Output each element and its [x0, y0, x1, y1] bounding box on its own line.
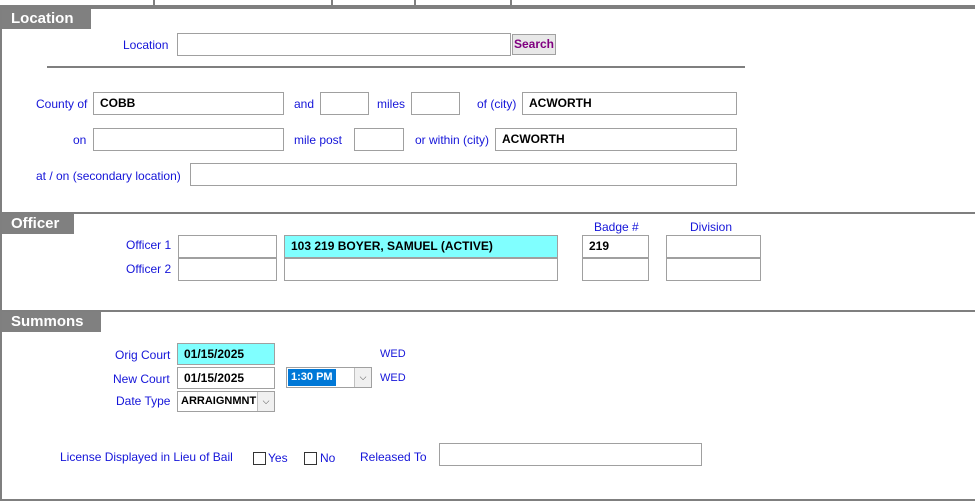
no-label: No: [320, 451, 336, 465]
on-label: on: [73, 133, 87, 147]
tab-divider: [510, 0, 512, 6]
officer2-id-input[interactable]: [178, 258, 277, 281]
released-to-label: Released To: [360, 450, 427, 464]
officer2-badge-input[interactable]: [582, 258, 649, 281]
county-label: County of: [36, 97, 88, 111]
and-input[interactable]: [320, 92, 369, 115]
mile-post-label: mile post: [294, 133, 343, 147]
chevron-down-icon[interactable]: ⌵: [257, 392, 274, 411]
officer1-label: Officer 1: [126, 238, 172, 252]
on-input[interactable]: [93, 128, 284, 151]
officer1-name-input[interactable]: 103 219 BOYER, SAMUEL (ACTIVE): [284, 235, 558, 258]
chevron-down-icon[interactable]: ⌵: [354, 368, 371, 387]
location-label: Location: [123, 38, 169, 52]
badge-header: Badge #: [594, 220, 639, 234]
officer1-id-input[interactable]: [178, 235, 277, 258]
orig-court-input[interactable]: 01/15/2025: [177, 343, 275, 365]
of-city-input[interactable]: ACWORTH: [522, 92, 737, 115]
miles-label: miles: [377, 97, 406, 111]
secondary-location-label: at / on (secondary location): [36, 169, 181, 183]
location-divider: [47, 66, 745, 68]
mile-post-input[interactable]: [354, 128, 404, 151]
within-city-label: or within (city): [415, 133, 490, 147]
location-input[interactable]: [177, 33, 511, 56]
released-to-input[interactable]: [439, 443, 702, 466]
orig-court-day: WED: [380, 348, 406, 360]
search-button[interactable]: Search: [512, 34, 556, 55]
date-type-label: Date Type: [116, 394, 171, 408]
within-city-input[interactable]: ACWORTH: [495, 128, 737, 151]
summons-section-title: Summons: [2, 312, 101, 332]
new-court-time-value: 1:30 PM: [287, 368, 337, 387]
county-input[interactable]: COBB: [93, 92, 284, 115]
officer2-label: Officer 2: [126, 262, 172, 276]
of-city-label: of (city): [477, 97, 517, 111]
officer1-badge-input[interactable]: 219: [582, 235, 649, 258]
yes-checkbox[interactable]: [253, 452, 266, 465]
date-type-value: ARRAIGNMNT: [181, 395, 257, 407]
tab-divider: [414, 0, 416, 6]
officer1-division-input[interactable]: [666, 235, 761, 258]
miles-input[interactable]: [411, 92, 460, 115]
new-court-time-select[interactable]: 1:30 PM ⌵: [286, 367, 372, 388]
no-checkbox[interactable]: [304, 452, 317, 465]
top-tab-strip: [0, 0, 975, 7]
officer2-name-input[interactable]: [284, 258, 558, 281]
new-court-input[interactable]: 01/15/2025: [177, 367, 275, 389]
new-court-label: New Court: [113, 372, 170, 386]
license-lieu-bail-label: License Displayed in Lieu of Bail: [60, 450, 233, 464]
officer2-division-input[interactable]: [666, 258, 761, 281]
new-court-day: WED: [380, 372, 406, 384]
division-header: Division: [690, 220, 733, 234]
secondary-location-input[interactable]: [190, 163, 737, 186]
and-label: and: [294, 97, 315, 111]
tab-divider: [153, 0, 155, 6]
date-type-select[interactable]: ARRAIGNMNT ⌵: [177, 391, 275, 412]
location-section-title: Location: [2, 9, 91, 29]
yes-label: Yes: [268, 451, 288, 465]
tab-divider: [331, 0, 333, 6]
officer-section-title: Officer: [2, 214, 74, 234]
orig-court-label: Orig Court: [115, 348, 171, 362]
